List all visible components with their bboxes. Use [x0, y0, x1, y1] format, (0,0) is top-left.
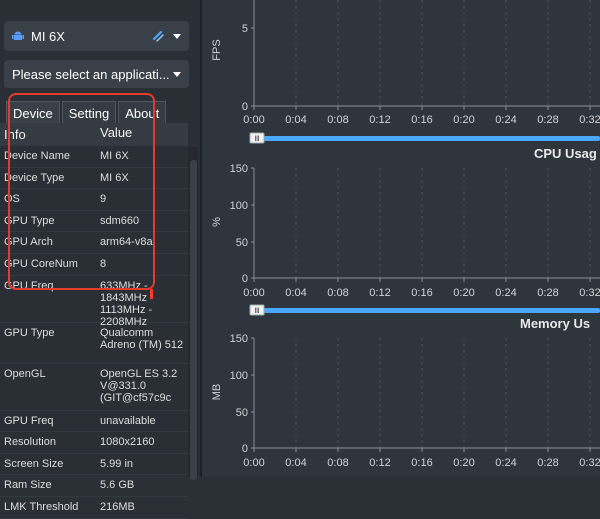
row-key: Resolution [4, 436, 56, 449]
y-tick-label: 0 [242, 443, 248, 455]
x-tick-label: 0:00 [243, 287, 264, 299]
row-value: 5.99 in [100, 457, 134, 470]
x-tick-label: 0:00 [243, 457, 264, 469]
y-tick-label: 0 [242, 101, 248, 113]
device-name: MI 6X [31, 28, 65, 44]
x-tick-label: 0:28 [537, 114, 558, 126]
y-tick-label: 50 [236, 237, 248, 249]
y-tick-label: 100 [230, 370, 248, 382]
timeline-handle-label: lll [255, 308, 260, 315]
x-tick-label: 0:32 [579, 457, 600, 469]
row-key: Screen Size [4, 457, 64, 470]
info-scrollbar-thumb[interactable] [190, 160, 197, 480]
x-tick-label: 0:20 [453, 457, 474, 469]
y-tick-label: 150 [230, 163, 248, 175]
chart-title: Memory Us [520, 316, 590, 331]
y-tick-label: 5 [242, 23, 248, 35]
row-value-line: Qualcomm [100, 326, 154, 339]
table-row: GPU Freq unavailable [0, 411, 188, 433]
row-key: GPU Freq [4, 414, 54, 427]
x-tick-label: 0:04 [285, 287, 306, 299]
charts-canvas: 50FPS0:00 0:04 0:08 0:12 0:16 0:20 0:24 0:28 0:3… [211, 0, 600, 469]
timeline-scrollbar [254, 308, 600, 313]
android-icon [12, 31, 24, 40]
row-value: OpenGL ES 3.2 V@331.0 (GIT@cf57c9c [100, 364, 188, 404]
device-selector[interactable]: MI 6X [4, 21, 189, 51]
x-tick-label: 0:20 [453, 287, 474, 299]
table-row: OpenGL OpenGL ES 3.2 V@331.0 (GIT@cf57c9… [0, 364, 188, 411]
y-tick-label: 0 [242, 273, 248, 285]
row-value: 5.6 GB [100, 479, 135, 492]
x-tick-label: 0:12 [369, 287, 390, 299]
application-selector[interactable]: Please select an applicati... [4, 60, 189, 88]
row-key: OpenGL [4, 367, 46, 380]
y-axis-label: FPS [211, 39, 223, 60]
row-value: 1080x2160 [100, 436, 155, 449]
row-value-line: 1843MHz [100, 291, 148, 304]
row-key: LMK Threshold [4, 500, 79, 513]
x-tick-label: 0:04 [285, 114, 306, 126]
row-key: GPU Type [4, 326, 55, 339]
chevron-down-icon [173, 33, 181, 39]
y-tick-label: 50 [236, 407, 248, 419]
red-marker [150, 289, 153, 299]
row-value-line: Adreno (TM) 512 [100, 338, 184, 351]
x-tick-label: 0:20 [453, 114, 474, 126]
row-key: Ram Size [4, 479, 52, 492]
x-tick-label: 0:28 [537, 287, 558, 299]
table-row: Ram Size 5.6 GB [0, 475, 188, 497]
row-value-line: OpenGL ES 3.2 [100, 367, 178, 380]
left-panel: MI 6X Please select an applicati... Devi… [0, 0, 200, 519]
x-tick-label: 0:16 [411, 457, 432, 469]
x-tick-label: 0:32 [579, 287, 600, 299]
y-tick-label: 150 [230, 333, 248, 345]
x-tick-label: 0:08 [327, 114, 348, 126]
row-value: 216MB [100, 500, 135, 513]
y-axis-label: % [211, 217, 223, 227]
annotation-highlight-box [8, 93, 155, 290]
x-tick-label: 0:16 [411, 287, 432, 299]
timeline-handle-label: lll [255, 136, 260, 143]
x-tick-label: 0:24 [495, 457, 516, 469]
x-tick-label: 0:04 [285, 457, 306, 469]
chart-title: CPU Usag [534, 146, 597, 161]
row-value-line: 1113MHz - [100, 303, 153, 316]
x-tick-label: 0:00 [243, 114, 264, 126]
x-tick-label: 0:24 [495, 114, 516, 126]
table-row: GPU Type Qualcomm Adreno (TM) 512 [0, 323, 188, 364]
row-value-line: V@331.0 [100, 379, 147, 392]
y-tick-label: 100 [230, 200, 248, 212]
row-value-line: (GIT@cf57c9c [100, 391, 172, 404]
x-tick-label: 0:12 [369, 457, 390, 469]
x-tick-label: 0:16 [411, 114, 432, 126]
x-tick-label: 0:08 [327, 287, 348, 299]
chevron-down-icon [173, 71, 181, 77]
table-row: Screen Size 5.99 in [0, 454, 188, 476]
table-row: LMK Threshold 216MB [0, 497, 188, 519]
row-value: unavailable [100, 414, 156, 427]
timeline-scrollbar [254, 136, 600, 141]
charts-panel: 5 0 FPS 0:00 0:04 0:08 0:12 0:16 0:20 0:24 0:28 0:3… [202, 0, 600, 477]
x-tick-label: 0:24 [495, 287, 516, 299]
x-tick-label: 0:32 [579, 114, 600, 126]
x-tick-label: 0:12 [369, 114, 390, 126]
link-icon [152, 30, 164, 42]
x-tick-label: 0:08 [327, 457, 348, 469]
row-value: Qualcomm Adreno (TM) 512 [100, 323, 188, 351]
application-selector-placeholder: Please select an applicati... [12, 66, 170, 82]
y-axis-label: MB [211, 384, 223, 401]
x-tick-label: 0:28 [537, 457, 558, 469]
table-row: Resolution 1080x2160 [0, 432, 188, 454]
